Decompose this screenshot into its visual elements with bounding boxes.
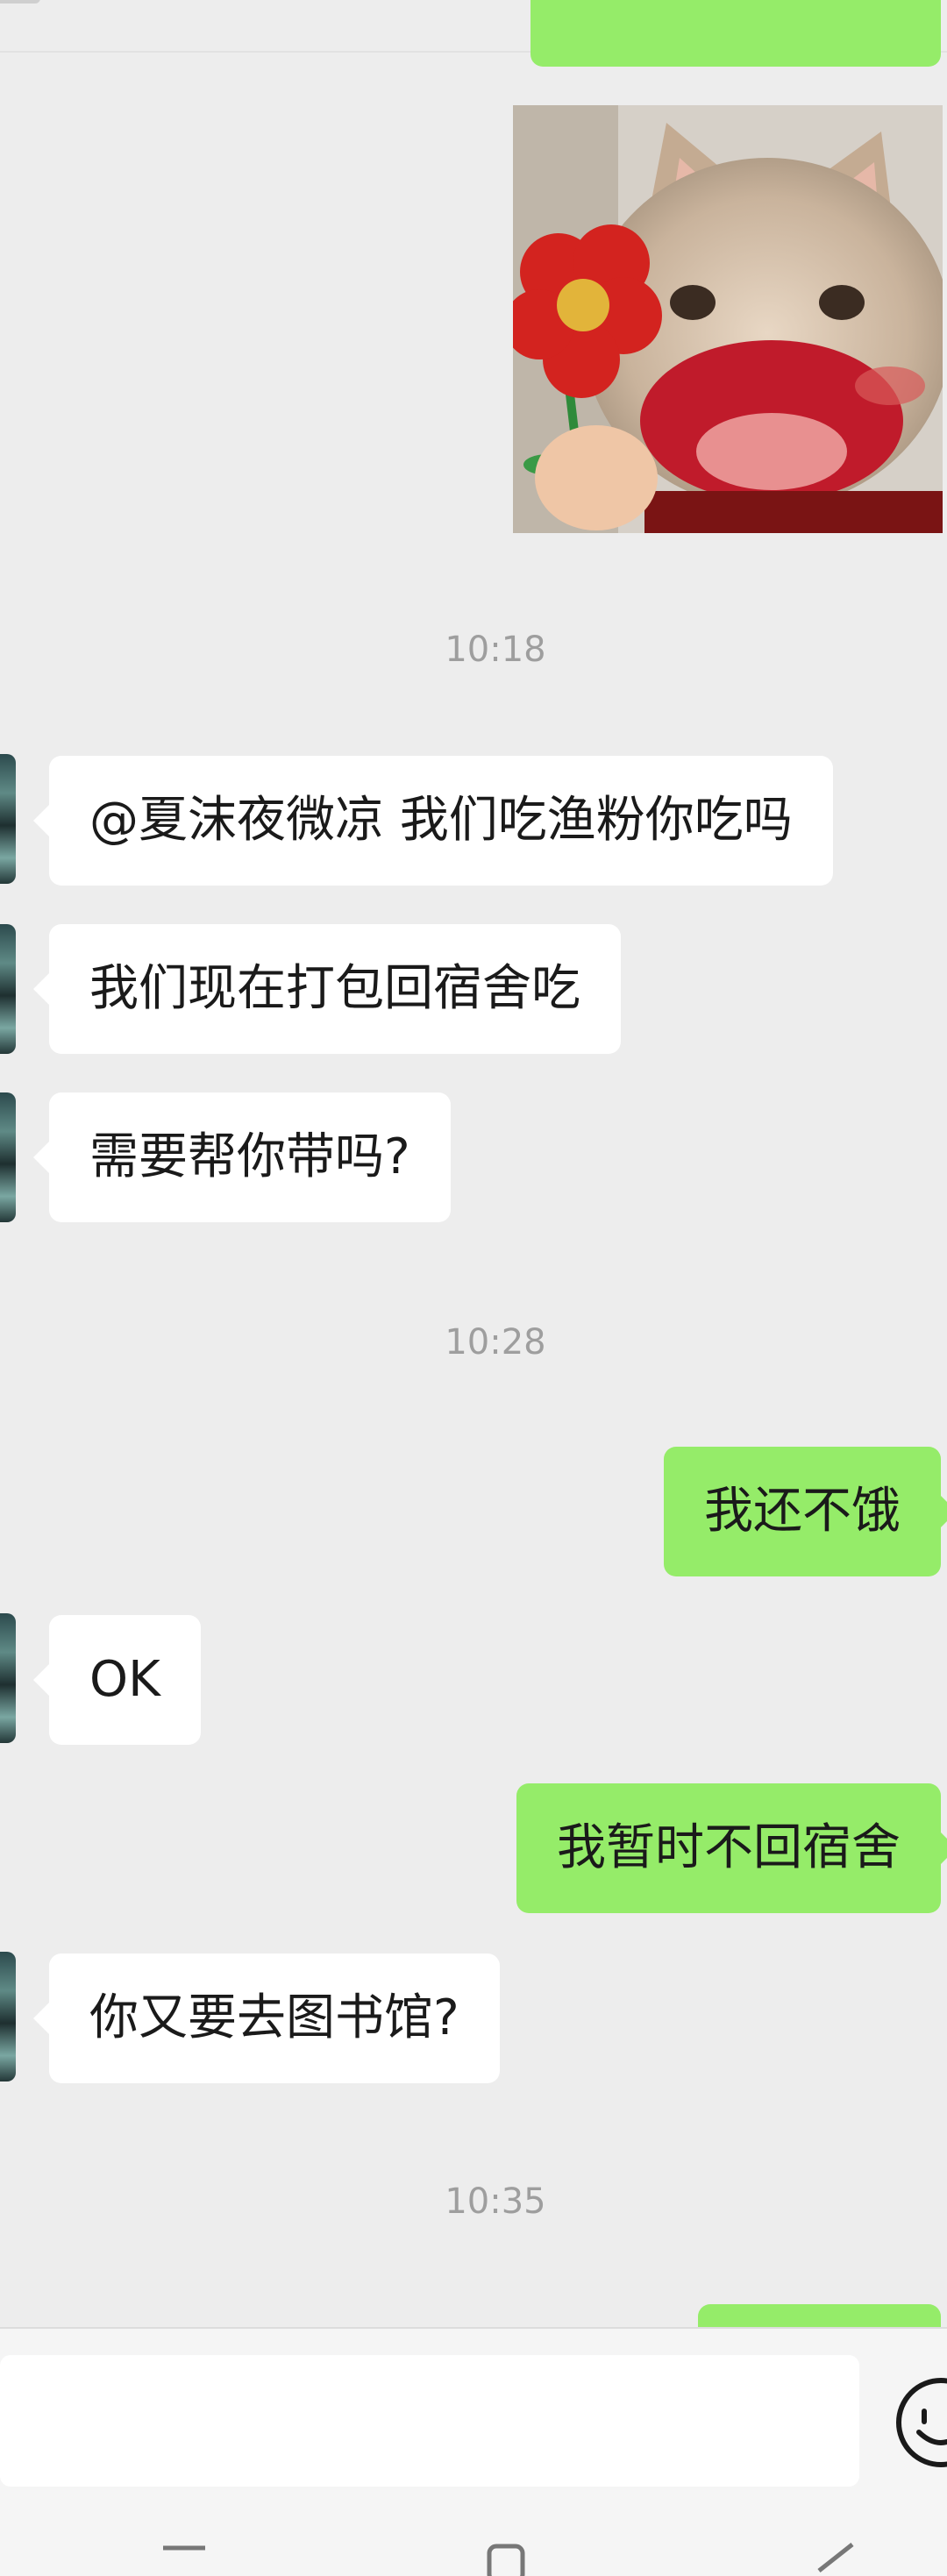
message-bubble-incoming[interactable]: 需要帮你带吗?: [33, 1092, 451, 1222]
recents-menu-icon[interactable]: [158, 2536, 210, 2576]
timestamp: 10:28: [445, 1322, 546, 1363]
cat-sticker-image: [513, 105, 943, 533]
timestamp: 10:18: [445, 630, 546, 670]
message-bubble-incoming[interactable]: 我们现在打包回宿舍吃: [33, 924, 621, 1054]
home-square-icon[interactable]: [484, 2536, 528, 2576]
header-avatar[interactable]: [0, 0, 40, 4]
message-bubble-outgoing-partial[interactable]: [530, 0, 941, 67]
message-bubble-outgoing[interactable]: 我暂时不回宿舍: [516, 1783, 947, 1913]
message-bubble-incoming[interactable]: OK: [33, 1615, 201, 1745]
contact-avatar[interactable]: [0, 924, 16, 1054]
contact-avatar[interactable]: [0, 1092, 16, 1222]
message-bubble-incoming[interactable]: @夏沫夜微凉 我们吃渔粉你吃吗: [33, 756, 833, 886]
timestamp: 10:35: [445, 2181, 546, 2222]
back-triangle-icon[interactable]: [810, 2536, 863, 2576]
contact-avatar[interactable]: [0, 1613, 16, 1743]
contact-avatar[interactable]: [0, 754, 16, 884]
chat-input-bar: [0, 2327, 947, 2576]
emoji-face-icon[interactable]: [893, 2374, 947, 2471]
message-bubble-incoming[interactable]: 你又要去图书馆?: [33, 1953, 500, 2083]
contact-avatar[interactable]: [0, 1952, 16, 2081]
message-bubble-outgoing[interactable]: 我还不饿: [664, 1447, 947, 1576]
system-nav-bar: [0, 2536, 947, 2576]
message-input[interactable]: [0, 2355, 859, 2487]
cat-flower-sticker[interactable]: [513, 105, 943, 533]
chat-screen: 10:18 @夏沫夜微凉 我们吃渔粉你吃吗 我们现在打包回宿舍吃 需要帮你带吗?…: [0, 0, 947, 2576]
